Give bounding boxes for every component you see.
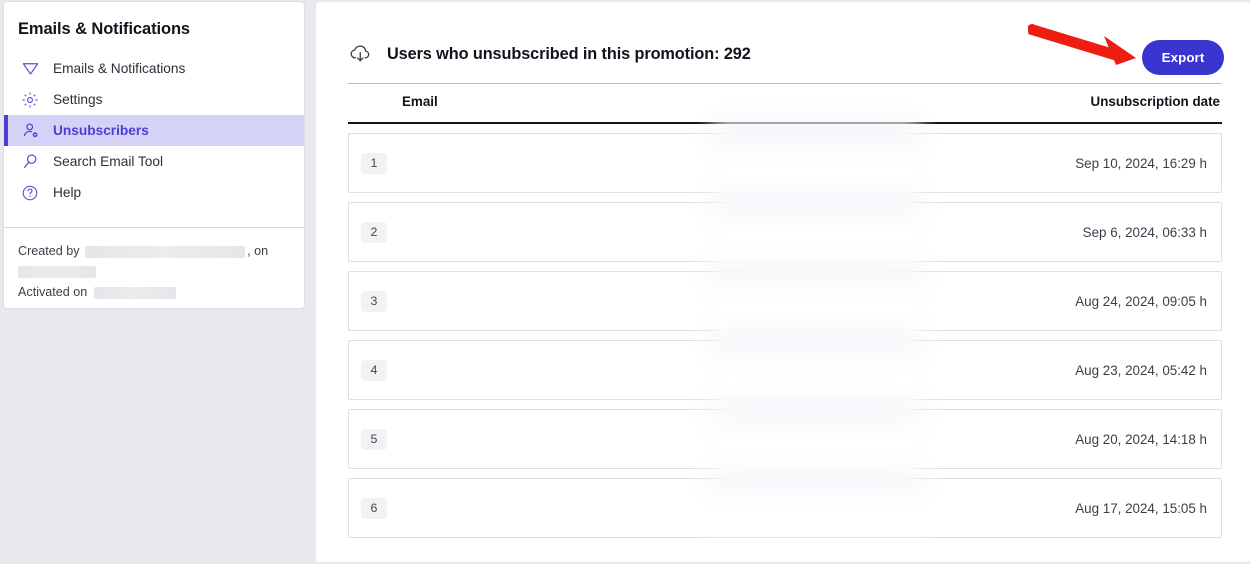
activated-on-label: Activated on bbox=[18, 285, 88, 299]
table-row[interactable]: 2 Sep 6, 2024, 06:33 h bbox=[348, 202, 1222, 262]
row-date: Aug 20, 2024, 14:18 h bbox=[1075, 431, 1207, 447]
created-on-redacted-value bbox=[18, 265, 96, 278]
column-header-unsubscription-date: Unsubscription date bbox=[1090, 94, 1220, 109]
table-header-rule bbox=[348, 122, 1222, 124]
created-on-separator: , on bbox=[247, 244, 269, 258]
sidebar-divider bbox=[4, 227, 304, 228]
sidebar: Emails & Notifications Emails & Notifica… bbox=[4, 2, 304, 308]
table-row[interactable]: 3 Aug 24, 2024, 09:05 h bbox=[348, 271, 1222, 331]
cloud-download-icon bbox=[348, 42, 374, 66]
gear-icon bbox=[18, 88, 42, 112]
export-button[interactable]: Export bbox=[1142, 40, 1224, 75]
header-divider bbox=[348, 83, 1222, 84]
created-by-label: Created by bbox=[18, 244, 80, 258]
main-header: Users who unsubscribed in this promotion… bbox=[348, 42, 751, 66]
user-unsubscribe-icon bbox=[18, 119, 42, 143]
sidebar-item-label: Settings bbox=[53, 92, 103, 107]
sidebar-item-label: Unsubscribers bbox=[53, 123, 149, 138]
sidebar-item-help[interactable]: Help bbox=[4, 177, 304, 208]
column-header-email: Email bbox=[402, 94, 438, 109]
magnifier-icon bbox=[18, 150, 42, 174]
sidebar-item-settings[interactable]: Settings bbox=[4, 84, 304, 115]
row-index: 2 bbox=[361, 221, 387, 243]
sidebar-title: Emails & Notifications bbox=[18, 20, 191, 38]
sidebar-item-search-email-tool[interactable]: Search Email Tool bbox=[4, 146, 304, 177]
main-panel: Users who unsubscribed in this promotion… bbox=[316, 2, 1250, 562]
table-row[interactable]: 4 Aug 23, 2024, 05:42 h bbox=[348, 340, 1222, 400]
row-index: 1 bbox=[361, 152, 387, 174]
row-index: 3 bbox=[361, 290, 387, 312]
table-row[interactable]: 5 Aug 20, 2024, 14:18 h bbox=[348, 409, 1222, 469]
row-date: Aug 23, 2024, 05:42 h bbox=[1075, 362, 1207, 378]
row-date: Aug 24, 2024, 09:05 h bbox=[1075, 293, 1207, 309]
paper-plane-icon bbox=[18, 57, 42, 81]
row-index: 5 bbox=[361, 428, 387, 450]
question-circle-icon bbox=[18, 181, 42, 205]
row-date: Sep 10, 2024, 16:29 h bbox=[1075, 155, 1207, 171]
activated-on-line: Activated on bbox=[18, 283, 290, 301]
page-title: Users who unsubscribed in this promotion… bbox=[387, 44, 751, 63]
activated-on-redacted-value bbox=[93, 286, 176, 299]
table-header-row: Email Unsubscription date bbox=[348, 94, 1222, 122]
table-row[interactable]: 6 Aug 17, 2024, 15:05 h bbox=[348, 478, 1222, 538]
created-by-line: Created by , on bbox=[18, 242, 290, 260]
row-index: 4 bbox=[361, 359, 387, 381]
created-by-redacted-value bbox=[85, 245, 246, 258]
created-on-line bbox=[18, 262, 290, 280]
unsubscribers-table: 1 Sep 10, 2024, 16:29 h 2 Sep 6, 2024, 0… bbox=[348, 133, 1222, 547]
sidebar-item-label: Emails & Notifications bbox=[53, 61, 186, 76]
sidebar-item-label: Search Email Tool bbox=[53, 154, 164, 169]
row-index: 6 bbox=[361, 497, 387, 519]
table-row[interactable]: 1 Sep 10, 2024, 16:29 h bbox=[348, 133, 1222, 193]
row-date: Aug 17, 2024, 15:05 h bbox=[1075, 500, 1207, 516]
sidebar-item-emails-notifications[interactable]: Emails & Notifications bbox=[4, 53, 304, 84]
sidebar-footer: Created by , on Activated on bbox=[4, 242, 304, 303]
sidebar-item-label: Help bbox=[53, 185, 82, 200]
row-date: Sep 6, 2024, 06:33 h bbox=[1082, 224, 1207, 240]
sidebar-item-unsubscribers[interactable]: Unsubscribers bbox=[4, 115, 304, 146]
